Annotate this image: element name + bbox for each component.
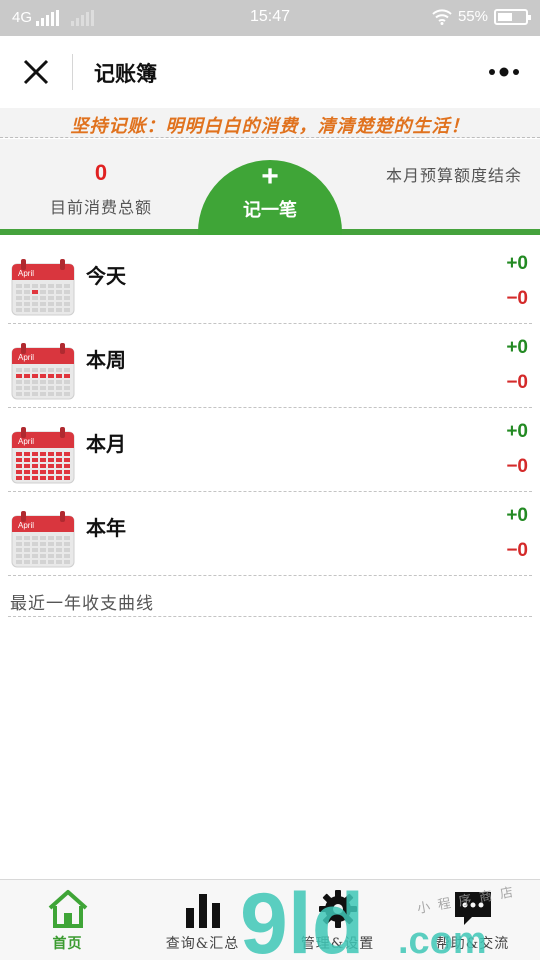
battery-percent: 55%	[457, 8, 488, 25]
battery-fill	[498, 12, 512, 21]
period-label: 本月	[86, 432, 126, 456]
income-value: +0	[506, 337, 528, 358]
nav-bar: 记账簿	[0, 36, 540, 108]
income-value: +0	[506, 253, 528, 274]
nav-divider	[72, 54, 73, 90]
svg-text:April: April	[18, 437, 34, 446]
plus-icon: +	[261, 160, 279, 193]
tab-label: 管理&设置	[300, 936, 375, 952]
tab-settings[interactable]: 管理&设置	[270, 880, 405, 960]
curve-title-text: 最近一年收支曲线	[10, 594, 154, 614]
period-label: 今天	[86, 264, 126, 288]
expense-value: −0	[506, 372, 528, 393]
status-bar: 4G 15:47 55%	[0, 0, 540, 36]
tab-label: 首页	[52, 936, 83, 952]
period-row-today[interactable]: April 今天 +0 −0	[8, 240, 532, 324]
period-list: April 今天 +0 −0 April 本周 +0 −0 April 本月 +…	[0, 240, 540, 576]
period-row-week[interactable]: April 本周 +0 −0	[8, 324, 532, 408]
income-value: +0	[506, 421, 528, 442]
tab-help[interactable]: 帮助&交流	[405, 880, 540, 960]
status-right: 55%	[432, 8, 531, 25]
slogan-banner: 坚持记账：明明白白的消费，清清楚楚的生活！	[0, 108, 540, 138]
income-value: +0	[506, 505, 528, 526]
period-row-year[interactable]: April 本年 +0 −0	[8, 492, 532, 576]
period-row-month[interactable]: April 本月 +0 −0	[8, 408, 532, 492]
calendar-month-icon: April	[11, 427, 75, 484]
home-icon	[48, 890, 88, 928]
tab-home[interactable]: 首页	[0, 880, 135, 960]
svg-text:April: April	[18, 353, 34, 362]
slogan-text: 坚持记账：明明白白的消费，清清楚楚的生活！	[70, 116, 470, 137]
tab-bar: 首页 查询&汇总 管理&设置 帮助&交流	[0, 879, 540, 960]
total-label: 目前消费总额	[49, 198, 152, 217]
total-value: 0	[94, 160, 108, 185]
expense-value: −0	[506, 288, 528, 309]
gear-icon	[319, 890, 357, 928]
expense-value: −0	[506, 456, 528, 477]
chat-icon	[455, 892, 491, 925]
add-record-button[interactable]: + 记一笔	[198, 160, 342, 235]
svg-text:April: April	[18, 521, 34, 530]
tab-label: 查询&汇总	[165, 936, 240, 952]
more-icon[interactable]	[488, 64, 520, 80]
period-label: 本周	[86, 348, 126, 372]
svg-text:April: April	[18, 269, 34, 278]
tab-label: 帮助&交流	[435, 936, 510, 952]
calendar-day-icon: April	[11, 259, 75, 316]
add-record-label: 记一笔	[243, 200, 297, 221]
page-title: 记账簿	[94, 61, 157, 86]
budget-label[interactable]: 本月预算额度结余	[386, 162, 522, 186]
tab-query[interactable]: 查询&汇总	[135, 880, 270, 960]
wifi-icon	[432, 8, 452, 25]
period-label: 本年	[86, 516, 126, 540]
total-spending: 0 目前消费总额	[30, 160, 172, 218]
calendar-year-icon: April	[11, 511, 75, 568]
bar-chart-icon	[186, 894, 220, 928]
calendar-week-icon: April	[11, 343, 75, 400]
battery-icon	[494, 8, 531, 25]
expense-value: −0	[506, 540, 528, 561]
close-icon[interactable]	[20, 56, 52, 88]
curve-section-title: 最近一年收支曲线	[8, 577, 532, 617]
